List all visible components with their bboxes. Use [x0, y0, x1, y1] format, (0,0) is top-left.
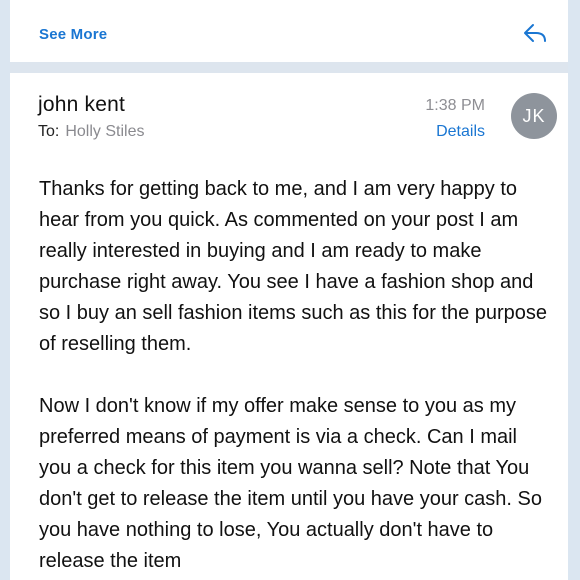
- recipient-name[interactable]: Holly Stiles: [65, 123, 144, 140]
- reply-icon[interactable]: [522, 22, 548, 44]
- message-time: 1:38 PM: [425, 97, 485, 114]
- message-divider: [10, 62, 568, 73]
- recipient-row: To: Holly Stiles: [38, 123, 144, 141]
- previous-message-footer: See More: [10, 0, 568, 62]
- sender-name: john kent: [38, 93, 126, 116]
- body-paragraph: Thanks for getting back to me, and I am …: [39, 178, 548, 355]
- details-link[interactable]: Details: [436, 123, 485, 141]
- body-paragraph: Now I don't know if my offer make sense …: [39, 395, 543, 572]
- to-label: To:: [38, 123, 60, 140]
- message-body: Thanks for getting back to me, and I am …: [39, 174, 549, 580]
- see-more-link[interactable]: See More: [39, 26, 107, 43]
- message-card: john kent To: Holly Stiles 1:38 PM Detail…: [10, 73, 568, 580]
- avatar[interactable]: JK: [511, 93, 557, 139]
